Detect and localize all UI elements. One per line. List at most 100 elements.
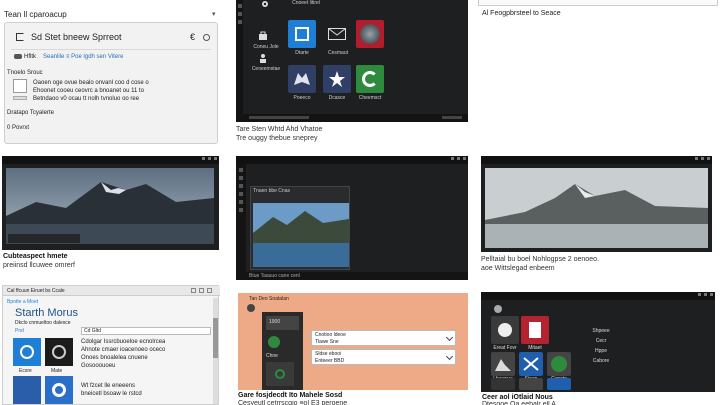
section-heading: Tnoelo Srouc bbox=[7, 70, 43, 76]
field-top-text: 1900 bbox=[269, 319, 281, 325]
game-tile[interactable] bbox=[356, 20, 384, 48]
body-line-4: Gosooouoeu bbox=[81, 363, 116, 369]
grid-icon bbox=[523, 357, 539, 371]
app-tile-2[interactable] bbox=[521, 316, 549, 344]
refresh-icon[interactable] bbox=[203, 34, 210, 41]
app-tile-3[interactable] bbox=[491, 352, 515, 376]
field-bottom-text: Chne bbox=[266, 353, 278, 359]
app-tile-8[interactable] bbox=[547, 378, 571, 390]
page-title: Starth Morus bbox=[15, 307, 78, 319]
tile-label-2: Coneu Jole bbox=[253, 44, 279, 50]
app-icon-1[interactable] bbox=[268, 336, 280, 348]
window-sidebar bbox=[236, 164, 246, 280]
search-input-text: Cd Gltd bbox=[84, 328, 101, 334]
checkbox[interactable] bbox=[13, 79, 27, 93]
app-tile-4[interactable] bbox=[519, 352, 543, 376]
avatar[interactable] bbox=[247, 304, 255, 312]
tile-label-6: Poeeco bbox=[293, 95, 311, 101]
euro-icon[interactable]: € bbox=[190, 33, 195, 42]
chevron-down-icon[interactable] bbox=[445, 333, 454, 342]
caption-title: Gare fosjdecdt Ito Mahele Sosd bbox=[238, 392, 343, 399]
mail-tile[interactable] bbox=[323, 20, 351, 48]
tile-label-3: Ceoeemstae bbox=[251, 66, 281, 72]
tile-label-9: Cabore bbox=[592, 358, 610, 364]
green-tile[interactable] bbox=[356, 65, 384, 93]
tile-label-2: Mitaet bbox=[528, 345, 542, 351]
tag-label: Pnd bbox=[15, 328, 24, 334]
caption-title: Pelltaial bu boel Nohlogpse 2 oenoeo. bbox=[481, 256, 599, 263]
caption-title: Cubteaspect hmete bbox=[3, 253, 68, 260]
app-tile-6[interactable] bbox=[491, 378, 515, 390]
app-tile-5[interactable] bbox=[547, 352, 571, 376]
camera-icon bbox=[52, 345, 66, 359]
tile-label-7: Cecr bbox=[595, 338, 607, 344]
landscape-app-window bbox=[481, 156, 712, 252]
window-title: Cal ffcuun Eiruet bs Ccale bbox=[7, 288, 65, 294]
search-bar[interactable] bbox=[478, 0, 718, 6]
tile-label-1: Cnoeet litirel bbox=[292, 0, 320, 6]
app-tile-7[interactable] bbox=[519, 378, 543, 390]
body-line-6: bneicetl bsoaw le rstcd bbox=[81, 391, 142, 397]
caption-title: Tare Sten Whtd Ahd Vhatoe bbox=[236, 126, 323, 133]
tile-label-8: Hppe bbox=[595, 348, 607, 354]
sub-header: Bpotte a Moet bbox=[7, 299, 39, 305]
edge-icon bbox=[20, 345, 34, 359]
star-tile[interactable] bbox=[323, 65, 351, 93]
mountain-icon bbox=[495, 359, 511, 371]
tile-label-4: Dtarte bbox=[295, 50, 309, 56]
status-text: Dratapo Tcyalerte bbox=[7, 110, 54, 116]
app-tile-1[interactable] bbox=[491, 316, 519, 344]
photo-viewer-window: Tnaen bbe Cnas Btue Taauuo cane cenl bbox=[236, 156, 468, 280]
gear-icon bbox=[262, 1, 268, 7]
caption-subtitle: preiinsd llcuwee omrerf bbox=[3, 262, 75, 269]
camera-app-tile[interactable] bbox=[45, 338, 73, 366]
photo-app-tile[interactable] bbox=[13, 376, 41, 404]
refresh-icon bbox=[362, 71, 378, 87]
tile-label-6: Shpeee bbox=[592, 328, 610, 334]
app-label-2: Mate bbox=[51, 368, 63, 374]
chrome-app-tile[interactable] bbox=[45, 376, 73, 404]
person-tile[interactable] bbox=[256, 52, 270, 64]
store-tile[interactable] bbox=[256, 30, 270, 42]
misty-mountain-photo bbox=[485, 168, 708, 248]
card-title: Sd Stet bneew Sprreot bbox=[31, 33, 122, 42]
start-menu-window: Cal ffcuun Eiruet bs Ccale Bpotte a Moet… bbox=[2, 285, 220, 405]
pill-label: Hfltk bbox=[24, 54, 36, 60]
pill-toggle[interactable] bbox=[14, 54, 22, 59]
caption-subtitle: Dtesgoe Oa eebalr ell A bbox=[482, 401, 556, 405]
window-header-controls[interactable] bbox=[191, 288, 212, 293]
wolf-icon bbox=[294, 73, 310, 85]
game-icon bbox=[360, 24, 380, 44]
orange-settings-window: Tan Deo Soatalan 1900 Chne Cnotioo ldeoe… bbox=[238, 293, 468, 390]
row1-line2: Tlawe Sne bbox=[315, 339, 339, 345]
count-text: 0 Povrxt bbox=[7, 125, 30, 131]
divider bbox=[11, 49, 211, 50]
chevron-down-icon[interactable] bbox=[445, 352, 454, 361]
wolf-tile[interactable] bbox=[288, 65, 316, 93]
search-input[interactable]: Cd Gltd bbox=[81, 327, 211, 335]
window-title: Tan Deo Soatalan bbox=[249, 296, 289, 302]
scrollbar[interactable] bbox=[213, 298, 218, 404]
screen-tile[interactable] bbox=[288, 20, 316, 48]
vitere-link[interactable]: Seanlile ≡ Poe lgdh sen Vitere bbox=[43, 53, 123, 62]
option-row-1[interactable]: Cnotioo ldeoe Tlawe Sne bbox=[311, 330, 456, 346]
taskbar-tray[interactable] bbox=[442, 116, 462, 119]
inner-window-title: Tnaen bbe Cnas bbox=[253, 188, 290, 194]
settings-tile[interactable] bbox=[256, 0, 274, 8]
chevron-down-icon[interactable]: ▾ bbox=[212, 10, 216, 19]
search-result-title: Al Feogpbrsteel to Seace bbox=[482, 10, 561, 17]
option-row-2[interactable]: Sldse ebooi Enteeer BBD bbox=[311, 349, 456, 365]
settings-panel: Sd Stet bneew Sprreot € Hfltk Seanlile ≡… bbox=[4, 22, 218, 144]
mail-icon bbox=[328, 28, 346, 40]
app-icon-2[interactable] bbox=[266, 362, 294, 386]
circle-icon bbox=[498, 323, 512, 337]
checkbox-secondary[interactable] bbox=[13, 96, 27, 100]
inner-window: Tnaen bbe Cnas bbox=[250, 186, 350, 270]
field-top[interactable]: 1900 bbox=[266, 316, 299, 330]
edge-app-tile[interactable] bbox=[13, 338, 41, 366]
caption-subtitle: Cesyeutl cetrrscgio ≡ol E3 peroene bbox=[238, 400, 348, 405]
taskbar-items[interactable] bbox=[249, 116, 309, 119]
profile-avatar[interactable] bbox=[494, 305, 502, 313]
scrollbar-thumb[interactable] bbox=[213, 318, 218, 358]
left-panel: 1900 Chne bbox=[262, 312, 303, 390]
